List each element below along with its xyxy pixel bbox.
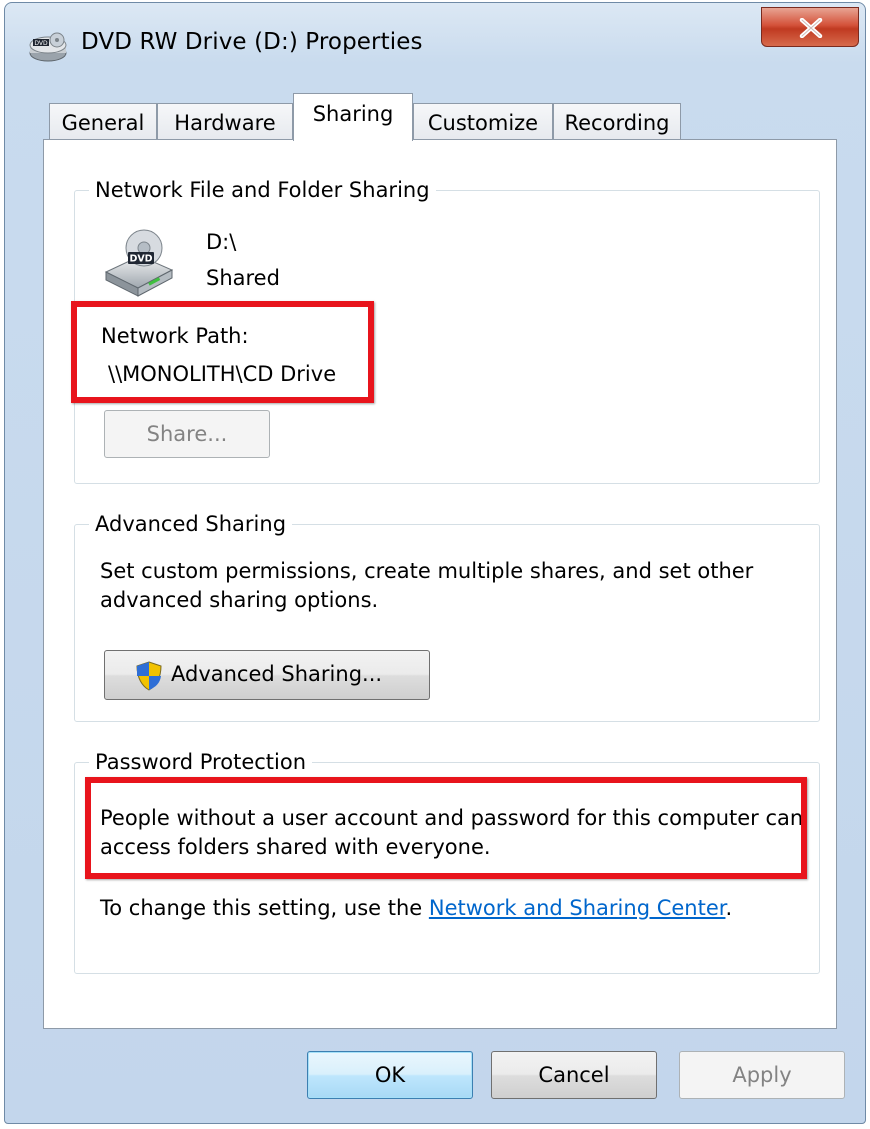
cancel-button[interactable]: Cancel [491,1051,657,1099]
window-title: DVD RW Drive (D:) Properties [81,29,423,55]
password-protection-legend: Password Protection [95,750,307,774]
advanced-sharing-description: Set custom permissions, create multiple … [100,559,754,612]
drive-name: D:\ [206,230,237,254]
network-sharing-center-link[interactable]: Network and Sharing Center [429,896,726,920]
change-setting-text: To change this setting, use the Network … [100,896,732,920]
ok-button[interactable]: OK [307,1051,473,1099]
sharing-tab-panel: Network File and Folder Sharing DVD D:\ … [43,139,837,1029]
title-bar[interactable]: DVD DVD RW Drive (D:) Properties [5,3,865,85]
advanced-sharing-legend: Advanced Sharing [95,512,287,536]
svg-text:DVD: DVD [34,40,48,47]
apply-button[interactable]: Apply [679,1051,845,1099]
dvd-icon-label: DVD [129,254,152,265]
password-protection-highlight [85,777,807,879]
tab-customize[interactable]: Customize [413,103,553,141]
change-setting-suffix: . [725,896,733,920]
tab-recording[interactable]: Recording [553,103,681,141]
close-button[interactable] [761,7,859,47]
advanced-sharing-button[interactable]: Advanced Sharing... [104,650,430,700]
uac-shield-icon [135,661,163,691]
properties-window: DVD DVD RW Drive (D:) Properties General… [4,2,866,1124]
network-path-highlight [71,301,374,403]
tab-sharing[interactable]: Sharing [293,93,413,141]
tab-general[interactable]: General [49,103,157,141]
tab-hardware[interactable]: Hardware [157,103,293,141]
share-status: Shared [206,266,280,290]
change-setting-prefix: To change this setting, use the [100,896,429,920]
advanced-sharing-button-label: Advanced Sharing... [171,662,383,686]
dvd-drive-icon: DVD [27,31,69,65]
dvd-drive-large-icon: DVD [100,226,176,302]
network-sharing-legend: Network File and Folder Sharing [95,178,430,202]
share-button[interactable]: Share... [104,410,270,458]
close-icon [799,18,823,38]
